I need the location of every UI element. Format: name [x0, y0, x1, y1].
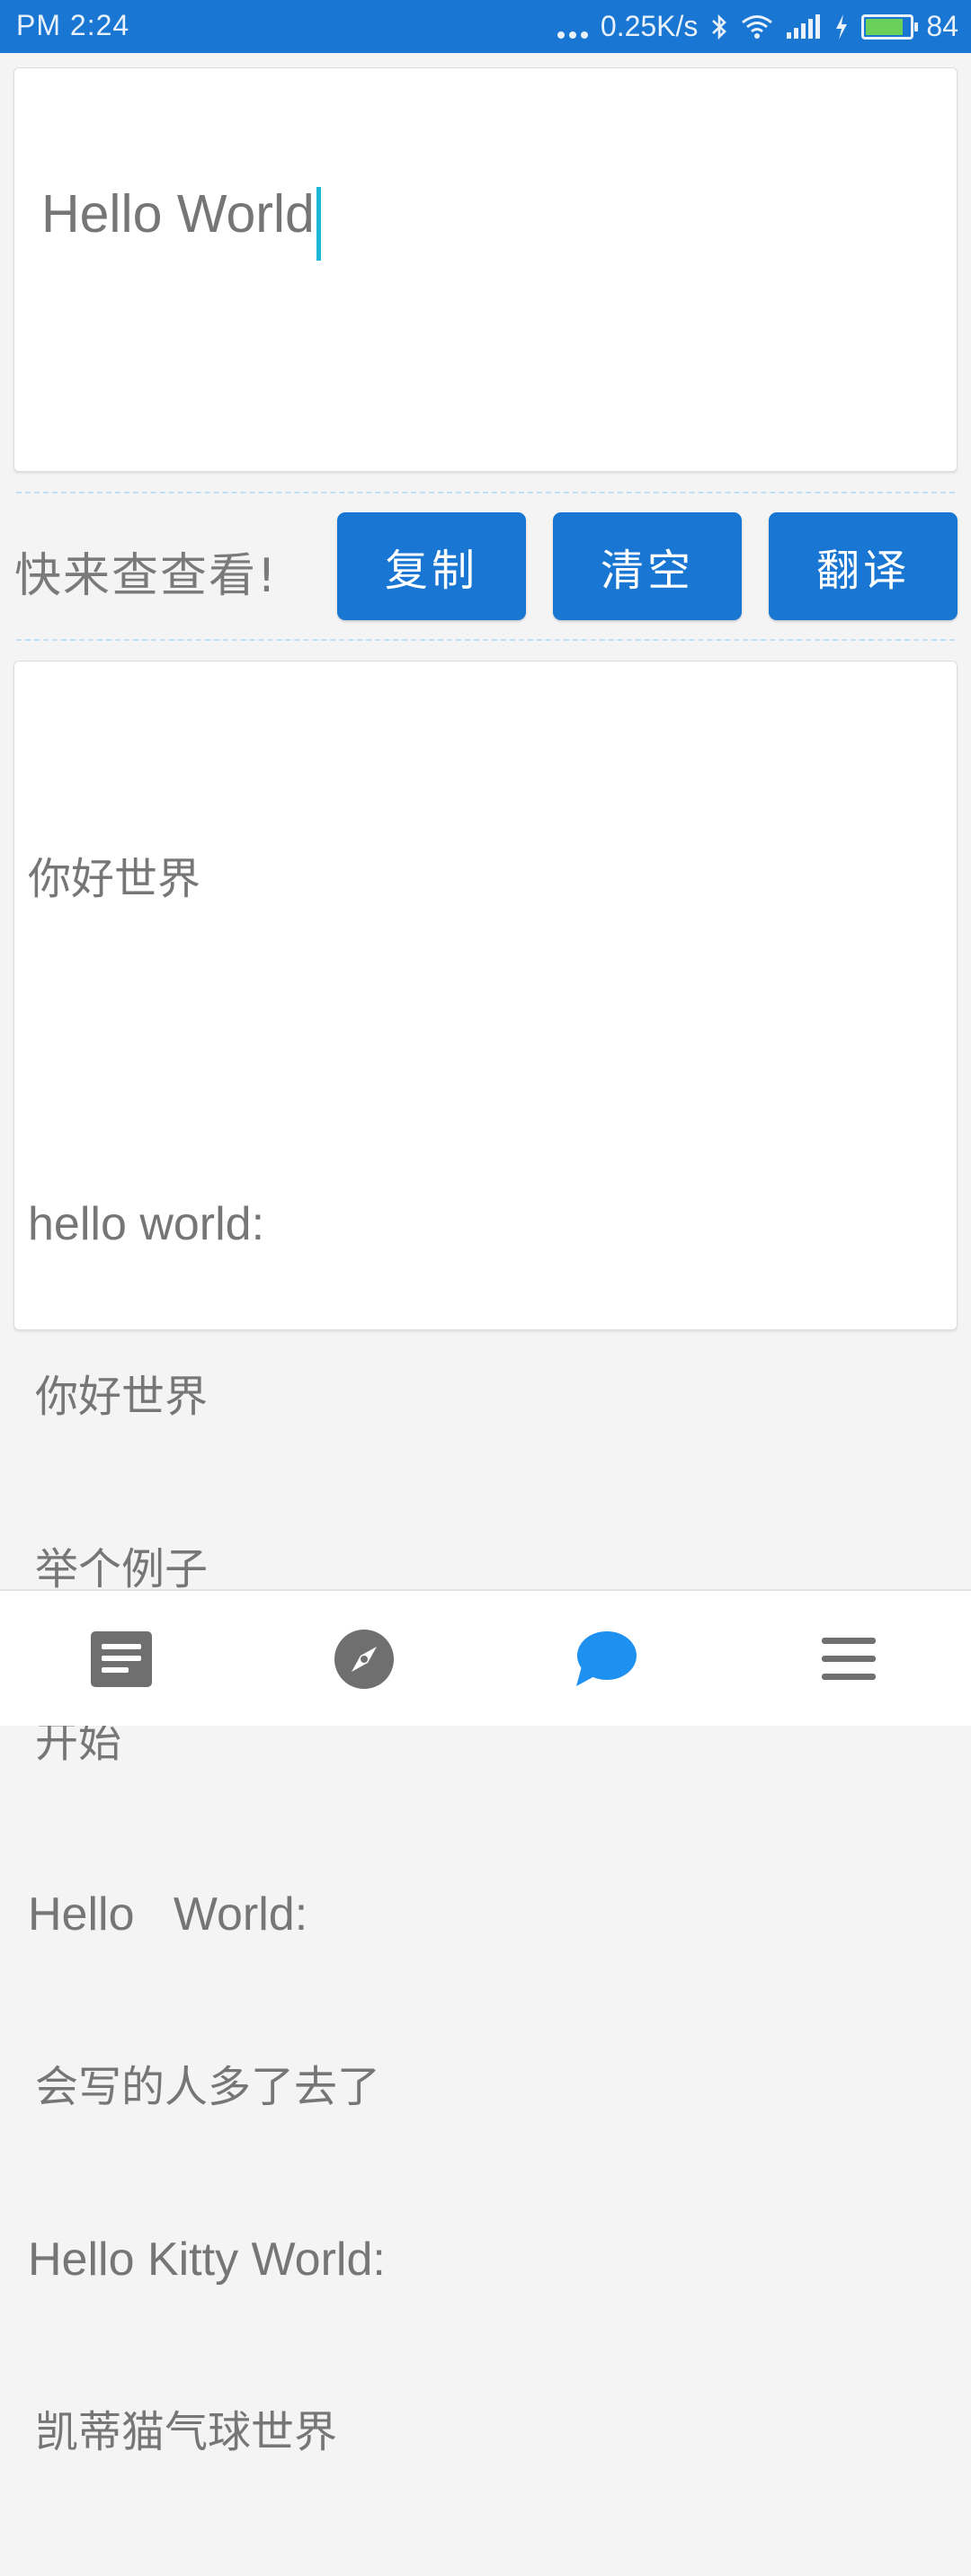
- nav-tab-discover[interactable]: [332, 1627, 396, 1692]
- network-speed: 0.25K/s: [600, 10, 699, 42]
- nav-tab-menu[interactable]: [816, 1627, 881, 1692]
- more-dots-icon: [557, 13, 588, 40]
- clear-button[interactable]: 清空: [553, 512, 742, 620]
- entry-term: Hello World:: [28, 1888, 308, 1941]
- chat-bubble-icon: [576, 1631, 637, 1686]
- signal-icon: [786, 13, 822, 40]
- battery-fill: [866, 18, 903, 35]
- battery-level: 84: [926, 10, 958, 42]
- status-icons: 0.25K/s 84: [557, 0, 958, 53]
- bluetooth-icon: [710, 13, 728, 40]
- entry-term: hello world:: [28, 1198, 265, 1250]
- translation-result: 你好世界 hello world: 你好世界 举个例子 开始 Hello Wor…: [13, 661, 958, 2457]
- nav-tab-article[interactable]: [89, 1627, 154, 1692]
- translation-main: 你好世界: [28, 854, 201, 904]
- battery-icon: [861, 13, 919, 40]
- source-text: Hello World: [41, 184, 315, 244]
- entry-meaning: 会写的人多了去了: [35, 2062, 381, 2112]
- entry-meaning: 你好世界: [35, 1372, 209, 1422]
- entry-meaning: 凯蒂猫气球世界: [35, 2407, 338, 2457]
- wifi-icon: [741, 14, 773, 40]
- charging-icon: [834, 13, 849, 40]
- bottom-navigation: [0, 1589, 971, 1726]
- source-text-content[interactable]: Hello World: [41, 167, 321, 261]
- menu-icon: [822, 1638, 876, 1680]
- hint-text: 快来查查看!: [14, 549, 278, 603]
- source-text-input[interactable]: Hello World: [13, 67, 958, 472]
- status-bar: PM 2:24 0.25K/s 84: [0, 0, 971, 53]
- status-time: PM 2:24: [16, 9, 130, 41]
- translate-button[interactable]: 翻译: [769, 512, 958, 620]
- article-icon: [91, 1631, 152, 1687]
- entry-term: Hello Kitty World:: [28, 2234, 386, 2286]
- divider-bottom: [16, 639, 955, 641]
- copy-button[interactable]: 复制: [337, 512, 526, 620]
- compass-icon: [334, 1630, 394, 1689]
- text-cursor: [316, 187, 321, 261]
- divider-top: [16, 492, 955, 493]
- nav-tab-translate[interactable]: [574, 1627, 638, 1692]
